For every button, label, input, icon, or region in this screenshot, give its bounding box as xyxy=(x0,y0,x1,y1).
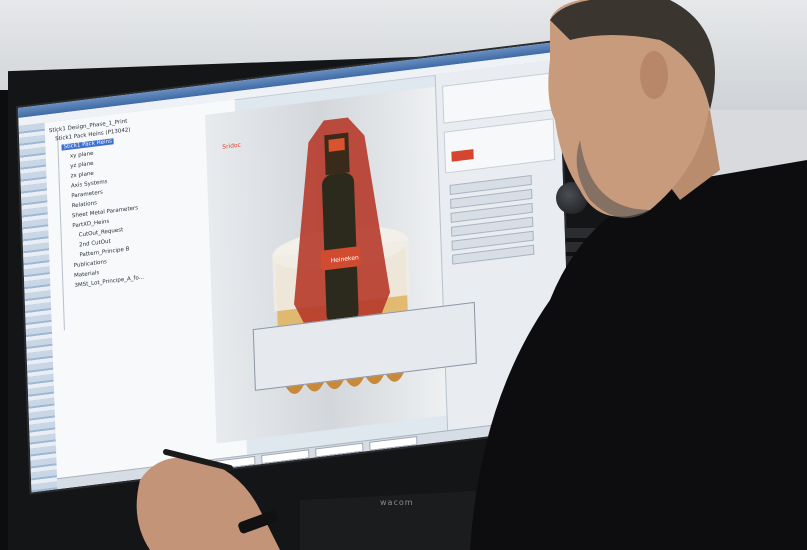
tree-item: Relations xyxy=(71,200,98,210)
tree-item: zx plane xyxy=(70,170,94,180)
tree-item: 2nd CutOut xyxy=(78,238,111,249)
person xyxy=(470,0,807,550)
black-shirt xyxy=(470,160,807,550)
tree-item: PartXD_Heins xyxy=(72,218,110,230)
tree-item: xy plane xyxy=(69,150,94,160)
ear xyxy=(640,51,668,99)
tree-item: Parameters xyxy=(71,189,103,200)
bottle-packaging-model: Heineken Sridoc xyxy=(222,117,411,394)
tree-item: Pattern_Principe B xyxy=(79,246,130,259)
tree-item: Publications xyxy=(73,259,107,270)
monitor-brand-logo: wacom xyxy=(380,498,414,507)
tree-connector-line xyxy=(56,131,65,331)
tree-item: Materials xyxy=(74,270,100,280)
tree-item: Axis Systems xyxy=(70,179,108,190)
tree-item: CutOut_Request xyxy=(78,227,124,239)
photo-scene: Stick1 Design_Phase_1 [Print] Stick1 Des… xyxy=(0,0,807,550)
hand-with-stylus xyxy=(136,449,280,550)
viewport-label: Sridoc xyxy=(222,142,241,151)
tree-item: yz plane xyxy=(70,160,94,170)
